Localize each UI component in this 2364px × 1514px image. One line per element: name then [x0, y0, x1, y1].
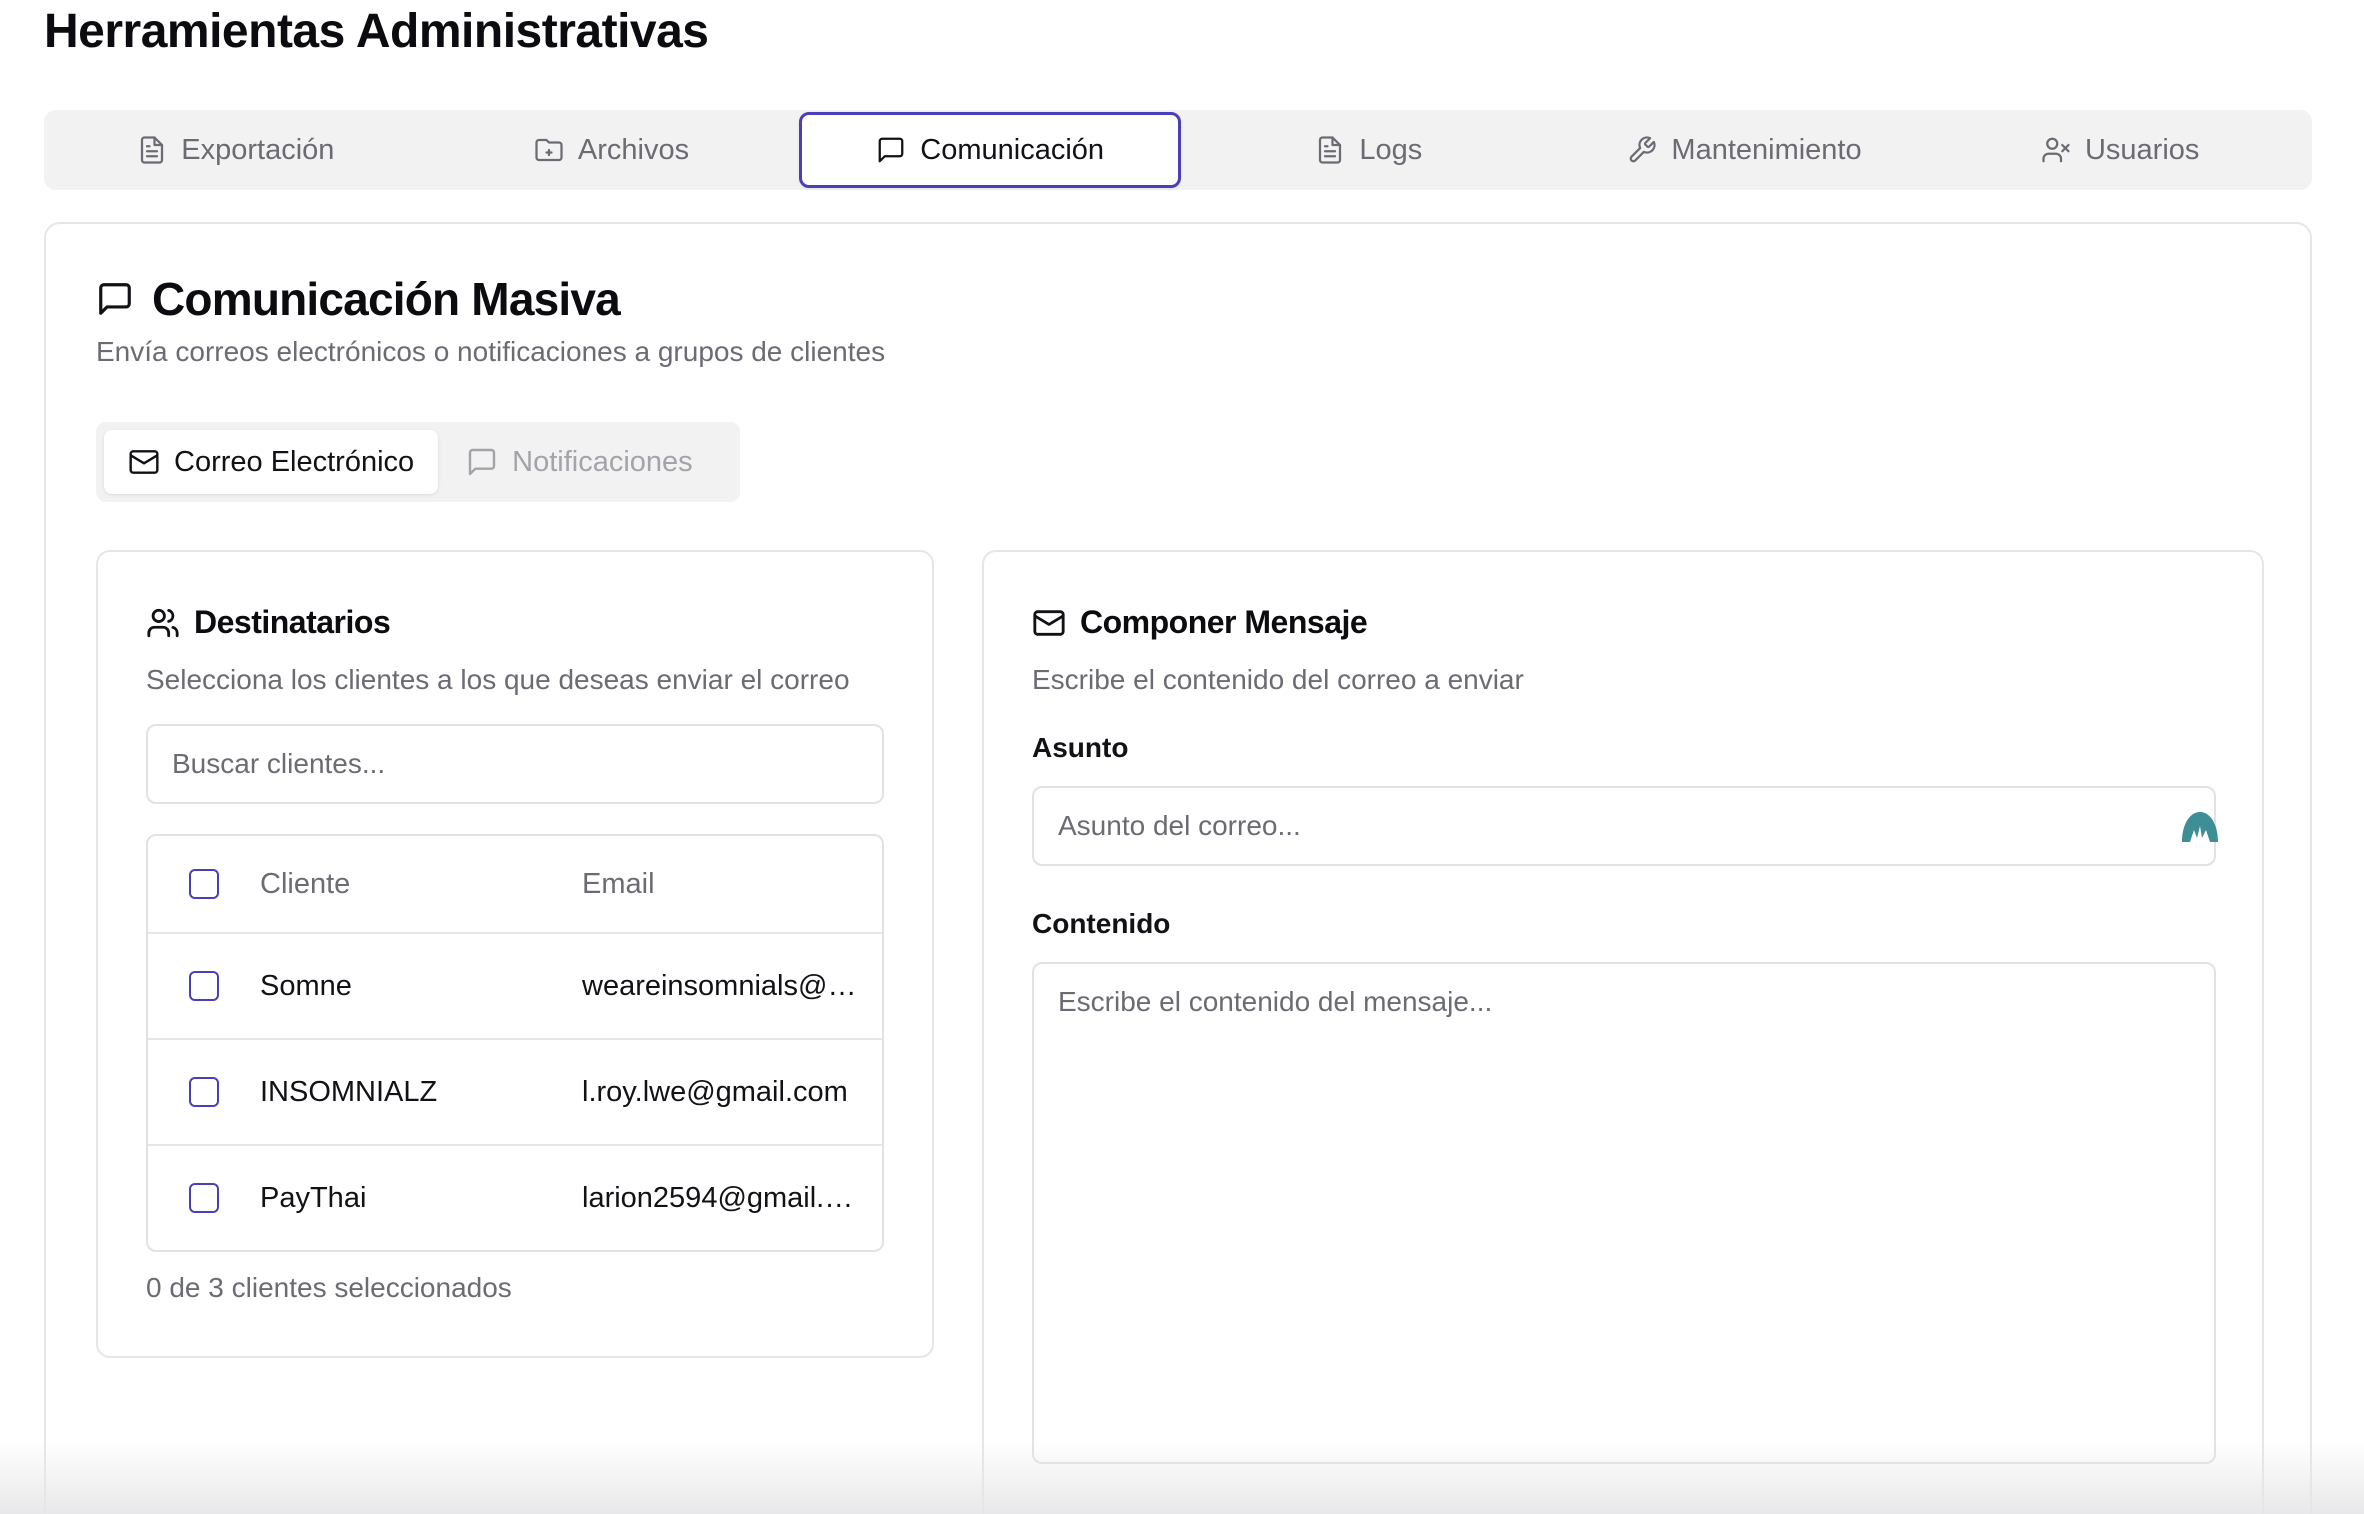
section-subtitle: Envía correos electrónicos o notificacio… [96, 336, 886, 367]
message-square-icon [468, 448, 496, 476]
tab-logs[interactable]: Logs [1181, 112, 1557, 188]
row-checkbox[interactable] [189, 1183, 219, 1213]
column-header-client: Cliente [260, 867, 351, 900]
table-header-row: Cliente Email [148, 836, 882, 932]
client-email: larion2594@gmail.com [582, 1181, 880, 1214]
tab-exportacion[interactable]: Exportación [48, 112, 424, 188]
client-search-input[interactable] [146, 724, 884, 804]
tab-label: Exportación [181, 133, 335, 166]
recipients-title-text: Destinatarios [194, 604, 391, 640]
tab-label: Usuarios [2084, 133, 2200, 166]
column-header-email: Email [582, 867, 655, 900]
compose-subtitle: Escribe el contenido del correo a enviar [1032, 664, 1524, 695]
mass-communication-card: Comunicación Masiva Envía correos electr… [44, 222, 2312, 1514]
row-checkbox[interactable] [189, 1077, 219, 1107]
client-name: PayThai [260, 1181, 367, 1214]
row-checkbox-cell [148, 971, 260, 1001]
tab-label: Archivos [577, 133, 690, 166]
mail-icon [129, 450, 159, 474]
admin-tools-page: Herramientas Administrativas Exportación… [0, 0, 2364, 1514]
file-text-icon [1319, 136, 1342, 164]
row-checkbox-cell [148, 1077, 260, 1107]
content-label: Contenido [1032, 908, 1171, 939]
user-x-icon [2042, 137, 2070, 163]
subtab-label: Correo Electrónico [174, 445, 415, 478]
section-title-text: Comunicación Masiva [152, 273, 621, 325]
channel-tabs: Correo Electrónico Notificaciones [96, 422, 740, 502]
compose-panel: Componer Mensaje Escribe el contenido de… [982, 550, 2264, 1514]
clients-table: Cliente Email Somne weareinsomnials@gmai… [146, 834, 884, 1252]
subtab-email[interactable]: Correo Electrónico [104, 430, 439, 494]
tab-label: Mantenimiento [1671, 133, 1862, 166]
table-row[interactable]: Somne weareinsomnials@gmail.com [148, 932, 882, 1038]
selected-count: 0 de 3 clientes seleccionados [146, 1272, 512, 1303]
content-textarea[interactable] [1032, 962, 2216, 1464]
tab-archivos[interactable]: Archivos [424, 112, 800, 188]
extension-mountain-icon[interactable] [2180, 808, 2220, 844]
file-text-icon [141, 136, 164, 164]
table-row[interactable]: PayThai larion2594@gmail.com [148, 1144, 882, 1250]
subtab-notifications[interactable]: Notificaciones [442, 430, 717, 494]
users-icon [147, 608, 179, 637]
tab-label: Logs [1359, 133, 1423, 166]
main-tabbar: Exportación Archivos Comunicación Logs M… [44, 110, 2312, 190]
mail-icon [1033, 609, 1065, 636]
tab-label: Comunicación [920, 133, 1105, 166]
recipients-title: Destinatarios [146, 604, 391, 641]
message-square-icon [878, 137, 904, 163]
row-checkbox-cell [148, 1183, 260, 1213]
subject-input[interactable] [1032, 786, 2216, 866]
client-name: INSOMNIALZ [260, 1075, 438, 1108]
page-title: Herramientas Administrativas [44, 5, 709, 58]
recipients-subtitle: Selecciona los clientes a los que deseas… [146, 664, 850, 695]
subtab-label: Notificaciones [512, 445, 693, 478]
bottom-fade [0, 1440, 2364, 1514]
client-name: Somne [260, 969, 352, 1002]
select-all-cell [148, 869, 260, 899]
recipients-panel: Destinatarios Selecciona los clientes a … [96, 550, 934, 1358]
client-email: l.roy.lwe@gmail.com [582, 1075, 848, 1108]
message-square-icon [99, 283, 131, 315]
tab-usuarios[interactable]: Usuarios [1932, 112, 2308, 188]
folder-icon [535, 138, 563, 162]
wrench-icon [1630, 136, 1656, 163]
section-title: Comunicación Masiva [96, 272, 621, 326]
tab-mantenimiento[interactable]: Mantenimiento [1557, 112, 1933, 188]
compose-title-text: Componer Mensaje [1080, 604, 1368, 640]
subject-label: Asunto [1032, 732, 1129, 763]
tab-comunicacion[interactable]: Comunicación [799, 112, 1182, 188]
table-row[interactable]: INSOMNIALZ l.roy.lwe@gmail.com [148, 1038, 882, 1144]
select-all-checkbox[interactable] [189, 869, 219, 899]
compose-title: Componer Mensaje [1032, 604, 1368, 641]
row-checkbox[interactable] [189, 971, 219, 1001]
client-email: weareinsomnials@gmail.com [582, 969, 882, 1002]
